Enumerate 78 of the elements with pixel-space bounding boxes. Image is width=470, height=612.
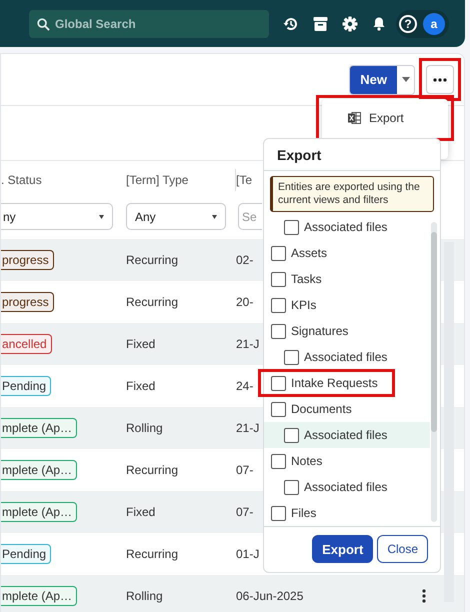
- table-cell: 07-: [236, 463, 254, 477]
- option-label[interactable]: Associated files: [304, 480, 388, 494]
- table-cell: 20-: [236, 295, 254, 309]
- checkbox[interactable]: [271, 506, 286, 520]
- table-cell-text: Rolling: [126, 589, 164, 603]
- table-cell: 24-: [236, 379, 254, 393]
- caret-icon: [212, 214, 217, 218]
- filter-select[interactable]: Any: [126, 203, 226, 230]
- table-cell-text: Recurring: [126, 547, 180, 561]
- table-cell: 06-Jun-2025: [236, 589, 304, 603]
- checkbox[interactable]: [284, 220, 299, 234]
- checkbox[interactable]: [271, 298, 286, 312]
- spreadsheet-icon: [348, 112, 361, 124]
- status-badge: ancelled: [1, 334, 52, 354]
- caret-icon: [99, 214, 104, 218]
- user-avatar[interactable]: a: [423, 12, 445, 34]
- status-badge: Pending: [1, 544, 52, 564]
- status-badge: progress: [1, 292, 54, 312]
- checkbox[interactable]: [271, 272, 286, 286]
- dialog-title: Export: [264, 139, 440, 171]
- option-label[interactable]: Signatures: [291, 324, 348, 338]
- checkbox[interactable]: [271, 376, 286, 390]
- history-icon[interactable]: [283, 16, 299, 32]
- checkbox[interactable]: [271, 454, 286, 468]
- option-label[interactable]: Documents: [291, 402, 352, 416]
- export-button[interactable]: Export: [312, 535, 374, 563]
- kebab-menu-icon[interactable]: [422, 589, 426, 603]
- filter-field[interactable]: Se: [238, 203, 262, 230]
- table-cell-text: Recurring: [126, 295, 180, 309]
- new-button[interactable]: New: [350, 66, 397, 94]
- option-label[interactable]: Notes: [291, 454, 322, 468]
- bell-icon[interactable]: [372, 16, 386, 31]
- status-badge: mplete (Ap…: [1, 586, 78, 606]
- table-cell-text: Fixed: [126, 337, 156, 351]
- search-field[interactable]: Global Search: [29, 10, 269, 38]
- table-cell: 21-J: [236, 337, 260, 351]
- table-cell: 02-: [236, 253, 254, 267]
- table-cell-text: Recurring: [126, 463, 180, 477]
- table-cell: 21-J: [236, 421, 260, 435]
- status-badge: mplete (Ap…: [1, 502, 78, 522]
- more-button[interactable]: [426, 65, 454, 94]
- option-label[interactable]: Intake Requests: [291, 376, 378, 390]
- checkbox[interactable]: [271, 324, 286, 338]
- checkbox[interactable]: [284, 480, 299, 494]
- option-label[interactable]: Associated files: [304, 220, 388, 234]
- settings-icon[interactable]: [342, 16, 358, 32]
- caret-icon: [402, 77, 410, 82]
- option-label[interactable]: Files: [291, 506, 316, 520]
- menu-item[interactable]: Export: [322, 101, 448, 135]
- table-cell-text: Recurring: [126, 253, 180, 267]
- checkbox[interactable]: [284, 350, 299, 364]
- column-header[interactable]: [Term] Type: [126, 169, 236, 191]
- help-button[interactable]: ?: [399, 14, 417, 32]
- checkbox[interactable]: [271, 402, 286, 416]
- archive-icon[interactable]: [313, 16, 328, 32]
- column-header[interactable]: . Status: [1, 173, 126, 187]
- search-icon: [37, 18, 50, 30]
- checkbox[interactable]: [284, 428, 299, 442]
- table-cell: 01-J: [236, 547, 260, 561]
- table-cell-text: Rolling: [126, 421, 164, 435]
- filter-select[interactable]: ny: [1, 203, 113, 230]
- option-label[interactable]: Associated files: [304, 350, 388, 364]
- status-badge: mplete (Ap…: [1, 460, 78, 480]
- option-label[interactable]: Assets: [291, 246, 328, 260]
- scrollbar[interactable]: [444, 242, 454, 602]
- more-icon: [433, 78, 447, 82]
- checkbox[interactable]: [271, 246, 286, 260]
- status-badge: progress: [1, 250, 54, 270]
- scrollbar[interactable]: [431, 222, 437, 522]
- status-badge: Pending: [1, 376, 52, 396]
- status-badge: mplete (Ap…: [1, 418, 78, 438]
- table-cell-text: Fixed: [126, 379, 156, 393]
- table-cell: 07-: [236, 505, 254, 519]
- info-note: Entities are exported using the current views and filters: [270, 176, 434, 212]
- option-label[interactable]: Tasks: [291, 272, 322, 286]
- option-label[interactable]: KPIs: [291, 298, 316, 312]
- table-cell-text: Fixed: [126, 505, 156, 519]
- close-button[interactable]: Close: [377, 535, 428, 563]
